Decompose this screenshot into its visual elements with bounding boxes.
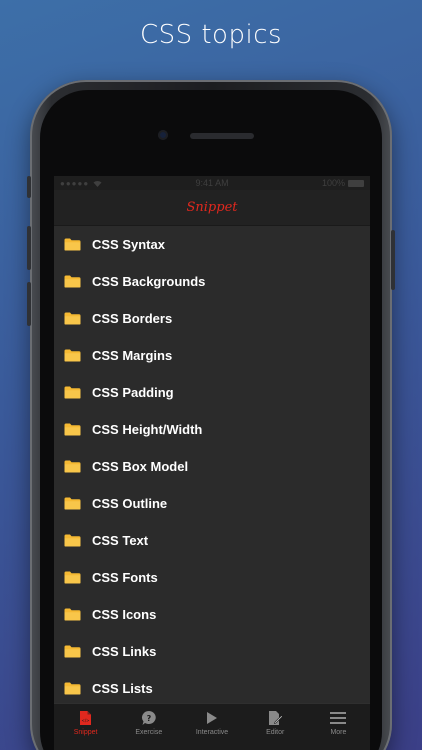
folder-icon xyxy=(64,238,81,251)
topic-list-item[interactable]: CSS Icons xyxy=(54,596,370,633)
topic-label: CSS Outline xyxy=(92,496,168,511)
topic-label: CSS Syntax xyxy=(92,237,165,252)
battery-percent: 100% xyxy=(321,178,345,188)
folder-icon xyxy=(64,423,81,436)
signal-indicator: ●●●●● xyxy=(60,179,102,188)
app-screen: ●●●●● 9:41 AM 100% Snippet CSS Syntax CSS… xyxy=(54,176,370,750)
question-icon: ? xyxy=(140,710,158,726)
status-bar: ●●●●● 9:41 AM 100% xyxy=(54,176,370,190)
document-icon: </> xyxy=(77,710,95,726)
topic-label: CSS Height/Width xyxy=(92,422,203,437)
topic-list-item[interactable]: CSS Syntax xyxy=(54,226,370,263)
topic-list-item[interactable]: CSS Backgrounds xyxy=(54,263,370,300)
tab-bar: </> Snippet? Exercise Interactive Editor More xyxy=(54,703,370,750)
tab-editor[interactable]: Editor xyxy=(244,704,307,750)
volume-up-button xyxy=(27,226,31,270)
topic-label: CSS Padding xyxy=(92,385,174,400)
tab-label: Interactive xyxy=(195,729,229,736)
topic-list-item[interactable]: CSS Borders xyxy=(54,300,370,337)
nav-title: Snippet xyxy=(186,200,238,215)
mute-switch xyxy=(27,176,31,198)
folder-icon xyxy=(64,349,81,362)
topic-label: CSS Text xyxy=(92,533,149,548)
power-button xyxy=(391,230,395,290)
tab-label: More xyxy=(330,729,347,736)
folder-icon xyxy=(64,534,81,547)
wifi-icon xyxy=(93,180,102,187)
menu-icon xyxy=(329,710,347,726)
topic-label: CSS Icons xyxy=(92,607,157,622)
topic-label: CSS Borders xyxy=(92,311,173,326)
status-time: 9:41 AM xyxy=(195,178,229,188)
navigation-bar: Snippet xyxy=(54,190,370,226)
folder-icon xyxy=(64,460,81,473)
tab-label: Exercise xyxy=(135,729,163,736)
topic-label: CSS Links xyxy=(92,644,157,659)
svg-text:</>: </> xyxy=(82,718,90,723)
folder-icon xyxy=(64,682,81,695)
folder-icon xyxy=(64,608,81,621)
topic-label: CSS Box Model xyxy=(92,459,189,474)
battery-icon xyxy=(347,180,364,188)
topic-list: CSS Syntax CSS Backgrounds CSS Borders CSS … xyxy=(54,226,370,707)
play-icon xyxy=(203,710,221,726)
topic-list-item[interactable]: CSS Fonts xyxy=(54,559,370,596)
topic-label: CSS Backgrounds xyxy=(92,274,206,289)
topic-list-item[interactable]: CSS Height/Width xyxy=(54,411,370,448)
topic-list-item[interactable]: CSS Outline xyxy=(54,485,370,522)
svg-text:?: ? xyxy=(146,714,151,723)
topic-label: CSS Lists xyxy=(92,681,153,696)
folder-icon xyxy=(64,571,81,584)
topic-label: CSS Margins xyxy=(92,348,173,363)
topic-list-item[interactable]: CSS Links xyxy=(54,633,370,670)
folder-icon xyxy=(64,275,81,288)
folder-icon xyxy=(64,645,81,658)
tab-snippet[interactable]: </> Snippet xyxy=(54,704,117,750)
signal-dots-icon: ●●●●● xyxy=(60,178,90,188)
folder-icon xyxy=(64,497,81,510)
volume-down-button xyxy=(27,282,31,326)
topic-list-item[interactable]: CSS Lists xyxy=(54,670,370,707)
topic-list-item[interactable]: CSS Box Model xyxy=(54,448,370,485)
tab-more[interactable]: More xyxy=(307,704,370,750)
topic-list-item[interactable]: CSS Padding xyxy=(54,374,370,411)
folder-icon xyxy=(64,312,81,325)
front-camera xyxy=(158,130,168,140)
earpiece-speaker xyxy=(190,133,254,139)
topic-list-item[interactable]: CSS Margins xyxy=(54,337,370,374)
folder-icon xyxy=(64,386,81,399)
tab-interactive[interactable]: Interactive xyxy=(180,704,243,750)
tab-exercise[interactable]: ? Exercise xyxy=(117,704,180,750)
topic-label: CSS Fonts xyxy=(92,570,158,585)
edit-icon xyxy=(266,710,284,726)
tab-label: Editor xyxy=(266,729,285,736)
tab-label: Snippet xyxy=(73,729,98,736)
promo-title: CSS topics xyxy=(139,20,283,50)
topic-list-item[interactable]: CSS Text xyxy=(54,522,370,559)
battery-indicator: 100% xyxy=(322,178,364,188)
